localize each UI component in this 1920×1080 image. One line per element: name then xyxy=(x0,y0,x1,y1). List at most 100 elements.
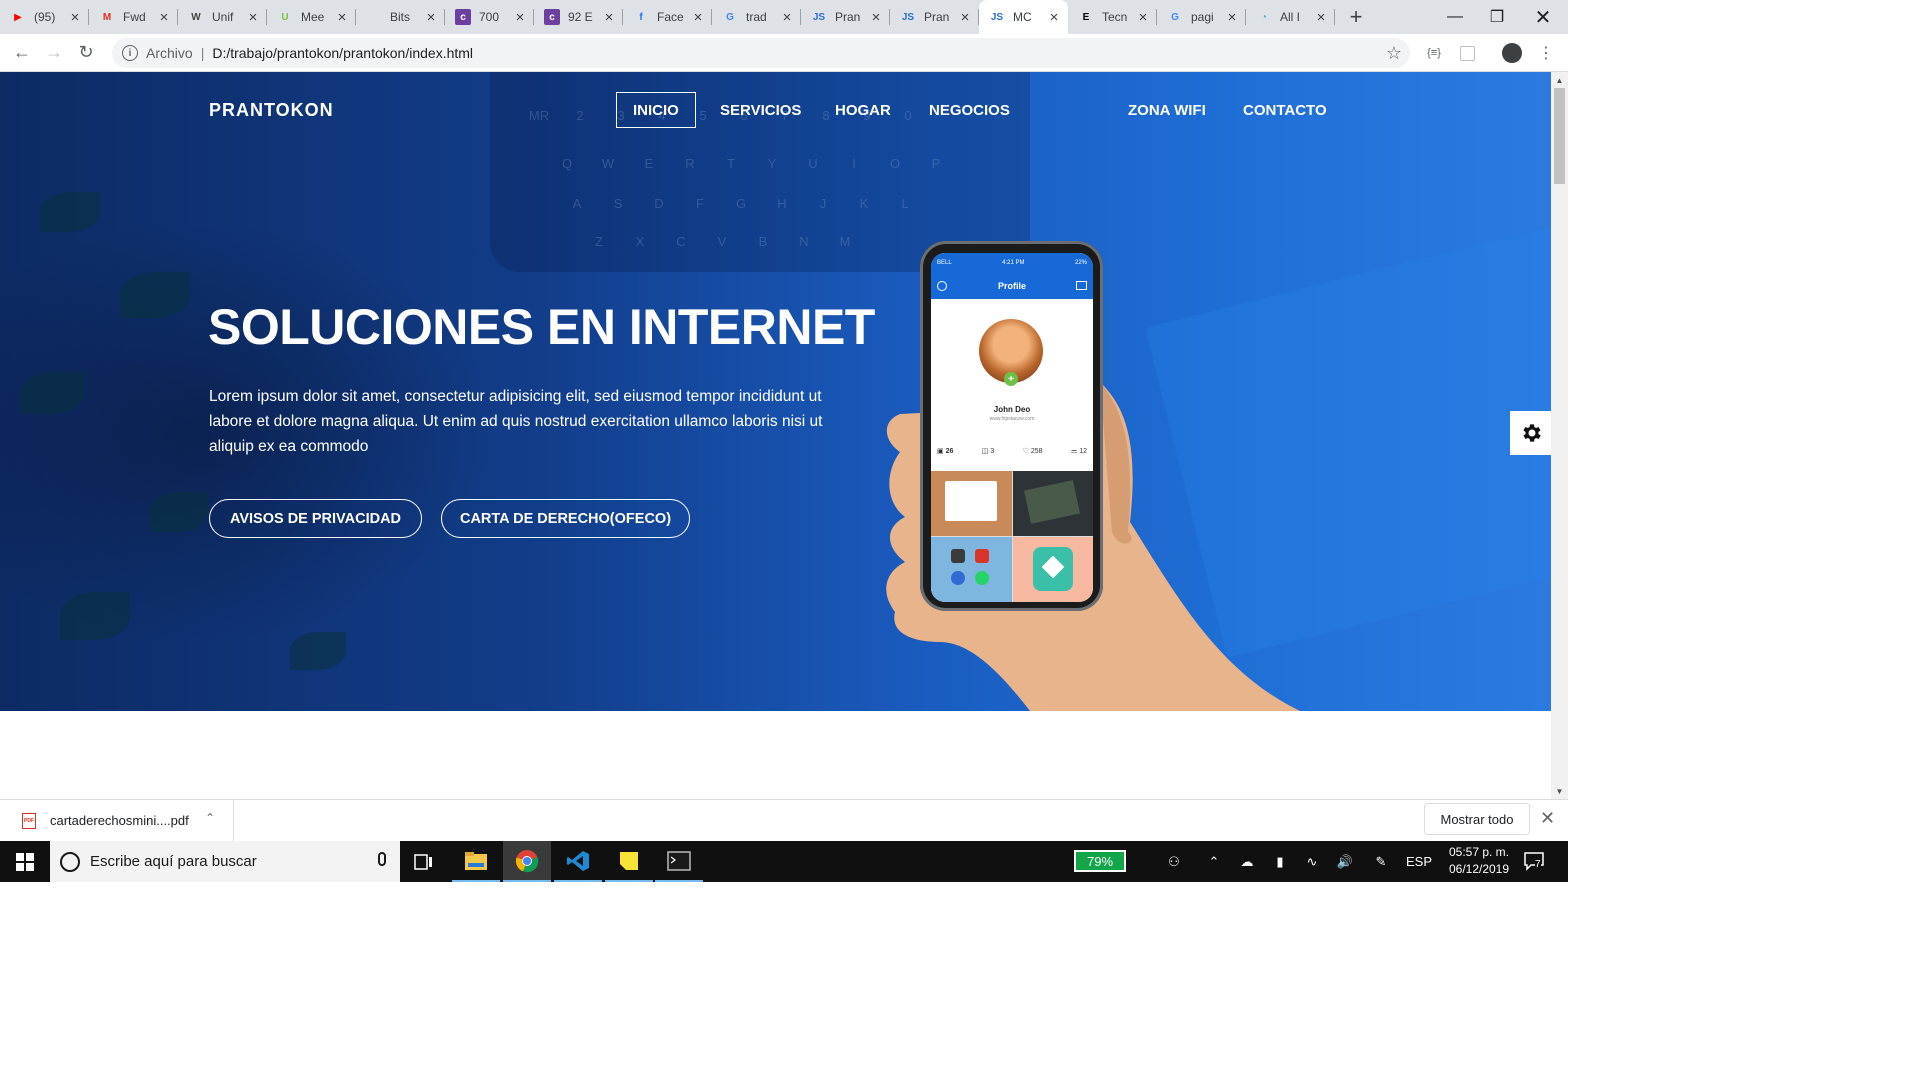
google-icon: G xyxy=(726,11,734,23)
browser-tab[interactable]: Gpagi × xyxy=(1157,0,1246,34)
settings-gear-button[interactable] xyxy=(1510,411,1551,455)
privacy-notice-button[interactable]: AVISOS DE PRIVACIDAD xyxy=(209,499,422,538)
close-tab-icon[interactable]: × xyxy=(334,9,350,26)
chrome-icon[interactable] xyxy=(503,841,551,882)
browser-tab[interactable]: Gtrad × xyxy=(712,0,801,34)
close-tab-icon[interactable]: × xyxy=(1046,9,1062,26)
pen-icon[interactable]: ✎ xyxy=(1368,841,1394,882)
minimize-button[interactable]: — xyxy=(1432,0,1478,34)
extension-pocket-icon[interactable] xyxy=(1455,41,1479,65)
leaf-decoration xyxy=(150,492,208,532)
browser-tab[interactable]: M Fwd × xyxy=(89,0,178,34)
vscode-icon[interactable] xyxy=(554,841,602,882)
taskbar-search[interactable]: Escribe aquí para buscar xyxy=(50,841,400,882)
brand-logo[interactable]: PRANTOKON xyxy=(209,100,334,121)
forward-button[interactable]: → xyxy=(38,37,70,69)
download-bar: PDF cartaderechosmini....pdf ⌃ Mostrar t… xyxy=(0,799,1568,841)
system-clock[interactable]: 05:57 p. m. 06/12/2019 xyxy=(1440,844,1518,878)
close-icon[interactable]: ✕ xyxy=(1540,808,1555,829)
task-view-icon[interactable] xyxy=(400,841,448,882)
chevron-up-icon[interactable]: ⌃ xyxy=(1202,841,1226,882)
close-tab-icon[interactable]: × xyxy=(690,9,706,26)
profile-site: www.hipstacow.com xyxy=(989,416,1035,422)
chevron-up-icon[interactable]: ⌃ xyxy=(205,811,215,825)
show-all-downloads-button[interactable]: Mostrar todo xyxy=(1424,803,1530,835)
restore-button[interactable]: ❐ xyxy=(1474,0,1520,34)
onedrive-icon[interactable]: ☁ xyxy=(1234,841,1260,882)
browser-tab[interactable]: JS Pran × xyxy=(801,0,890,34)
nav-servicios[interactable]: SERVICIOS xyxy=(704,92,817,128)
close-tab-icon[interactable]: × xyxy=(1224,9,1240,26)
tab-title: Unif xyxy=(212,10,234,24)
sticky-notes-icon[interactable] xyxy=(605,841,653,882)
browser-tab[interactable]: JS MC × xyxy=(979,0,1068,34)
microphone-icon[interactable] xyxy=(378,852,386,866)
scroll-down-arrow-icon[interactable]: ▼ xyxy=(1551,783,1568,799)
scroll-up-arrow-icon[interactable]: ▲ xyxy=(1551,72,1568,88)
windows-start-button[interactable] xyxy=(0,841,50,882)
keyboard-key: Q xyxy=(561,156,573,171)
nav-contacto[interactable]: CONTACTO xyxy=(1227,92,1343,128)
rights-letter-button[interactable]: CARTA DE DERECHO(OFECO) xyxy=(441,499,690,538)
action-center-icon[interactable]: 7 xyxy=(1523,851,1547,873)
address-bar[interactable]: i Archivo | D:/trabajo/prantokon/prantok… xyxy=(112,38,1410,68)
wifi-icon[interactable]: ∿ xyxy=(1300,841,1324,882)
close-tab-icon[interactable]: × xyxy=(423,9,439,26)
browser-tab[interactable]: c 92 E × xyxy=(534,0,623,34)
new-tab-button[interactable]: + xyxy=(1339,0,1373,34)
people-icon[interactable]: ⚇ xyxy=(1160,841,1188,882)
close-window-button[interactable]: ✕ xyxy=(1520,0,1566,34)
info-icon[interactable]: i xyxy=(122,45,138,61)
address-separator: | xyxy=(200,45,205,61)
scroll-thumb[interactable] xyxy=(1554,88,1565,184)
download-item[interactable]: PDF cartaderechosmini....pdf ⌃ xyxy=(0,800,234,841)
cortana-icon[interactable] xyxy=(60,851,80,872)
js-icon: JS xyxy=(812,11,826,23)
menu-kebab-icon[interactable]: ⋮ xyxy=(1534,41,1558,65)
close-tab-icon[interactable]: × xyxy=(512,9,528,26)
tab-title: Mee xyxy=(301,10,325,24)
language-indicator[interactable]: ESP xyxy=(1404,841,1434,882)
close-tab-icon[interactable]: × xyxy=(868,9,884,26)
keyboard-key: D xyxy=(654,196,664,211)
close-tab-icon[interactable]: × xyxy=(245,9,261,26)
browser-tab[interactable]: ▶ (95) × xyxy=(0,0,89,34)
extension-json-icon[interactable]: {≡} xyxy=(1422,41,1446,65)
nav-inicio[interactable]: INICIO xyxy=(616,92,696,128)
close-tab-icon[interactable]: × xyxy=(1135,9,1151,26)
download-filename: cartaderechosmini....pdf xyxy=(50,813,189,828)
battery-indicator[interactable]: 79% xyxy=(1074,850,1126,872)
page-viewport: MR 2 3 4 5 6 7 8 9 0 Q W E R T Y U I O P A S D F G H J K L Z X C V B N M PR… xyxy=(0,72,1551,799)
browser-tab[interactable]: U Mee × xyxy=(267,0,356,34)
keyboard-key: J xyxy=(819,196,827,211)
browser-tab[interactable]: ◔ All I × xyxy=(1246,0,1335,34)
browser-tab[interactable]: Bits × xyxy=(356,0,445,34)
battery-icon[interactable]: ▮ xyxy=(1268,841,1292,882)
volume-icon[interactable]: 🔊 xyxy=(1332,841,1358,882)
nav-negocios[interactable]: NEGOCIOS xyxy=(913,92,1026,128)
browser-tab[interactable]: W Unif × xyxy=(178,0,267,34)
close-tab-icon[interactable]: × xyxy=(156,9,172,26)
page-scrollbar[interactable]: ▲ ▼ xyxy=(1551,72,1568,799)
colorlib-icon: c xyxy=(544,9,560,25)
youtube-icon: ▶ xyxy=(14,11,22,23)
file-explorer-icon[interactable] xyxy=(452,841,500,882)
bookmark-star-icon[interactable]: ☆ xyxy=(1386,43,1402,64)
keyboard-key: I xyxy=(852,156,856,171)
tab-title: 92 E xyxy=(568,10,593,24)
close-tab-icon[interactable]: × xyxy=(957,9,973,26)
profile-avatar[interactable] xyxy=(1500,41,1524,65)
nav-hogar[interactable]: HOGAR xyxy=(819,92,907,128)
terminal-icon[interactable] xyxy=(655,841,703,882)
browser-tab[interactable]: E Tecn × xyxy=(1068,0,1157,34)
nav-zona-wifi[interactable]: ZONA WIFI xyxy=(1112,92,1222,128)
browser-tab[interactable]: f Face × xyxy=(623,0,712,34)
close-tab-icon[interactable]: × xyxy=(601,9,617,26)
browser-tab[interactable]: c 700 × xyxy=(445,0,534,34)
close-tab-icon[interactable]: × xyxy=(779,9,795,26)
close-tab-icon[interactable]: × xyxy=(67,9,83,26)
reload-button[interactable]: ↻ xyxy=(70,37,102,69)
back-button[interactable]: ← xyxy=(6,37,38,69)
close-tab-icon[interactable]: × xyxy=(1313,9,1329,26)
browser-tab[interactable]: JS Pran × xyxy=(890,0,979,34)
